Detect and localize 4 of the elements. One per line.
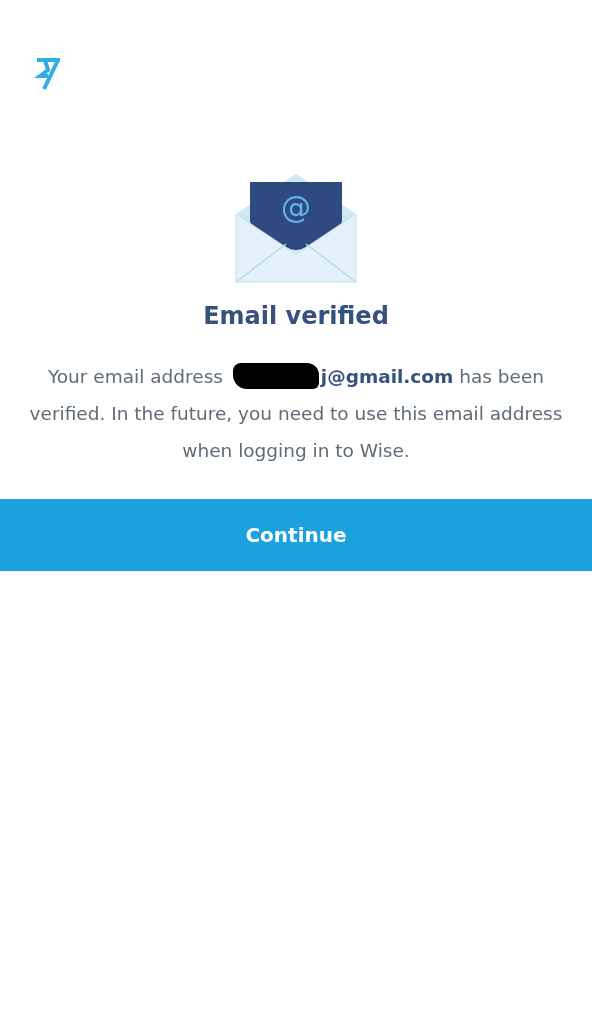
continue-button[interactable]: Continue [0,499,592,571]
page-title: Email verified [202,302,390,330]
verification-message: Your email address j@gmail.com has been verified. In the future, you need to use this email address when logging in to Wise. [18,358,574,469]
envelope-icon: @ [234,172,358,284]
